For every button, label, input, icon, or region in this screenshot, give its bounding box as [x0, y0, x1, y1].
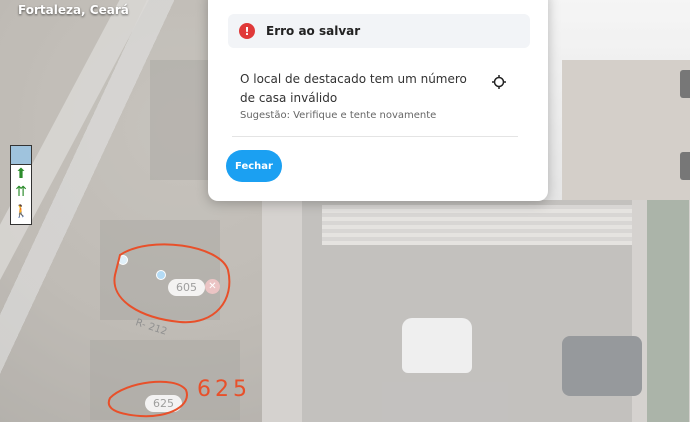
annotation-circle-625: [107, 380, 188, 418]
error-dialog: ! Erro ao salvar O local de destacado te…: [208, 0, 548, 201]
error-alert: ! Erro ao salvar: [228, 14, 530, 48]
annotation-circle-605: [113, 243, 231, 324]
divider: [232, 136, 518, 137]
error-message: O local de destacado tem um número de ca…: [240, 72, 467, 105]
alert-title: Erro ao salvar: [266, 24, 361, 38]
error-icon: !: [239, 23, 255, 39]
annotation-number: 625: [197, 377, 251, 402]
suggestion-text: Sugestão: Verifique e tente novamente: [240, 110, 437, 121]
close-button[interactable]: Fechar: [226, 150, 282, 182]
crosshair-icon[interactable]: [492, 75, 506, 89]
